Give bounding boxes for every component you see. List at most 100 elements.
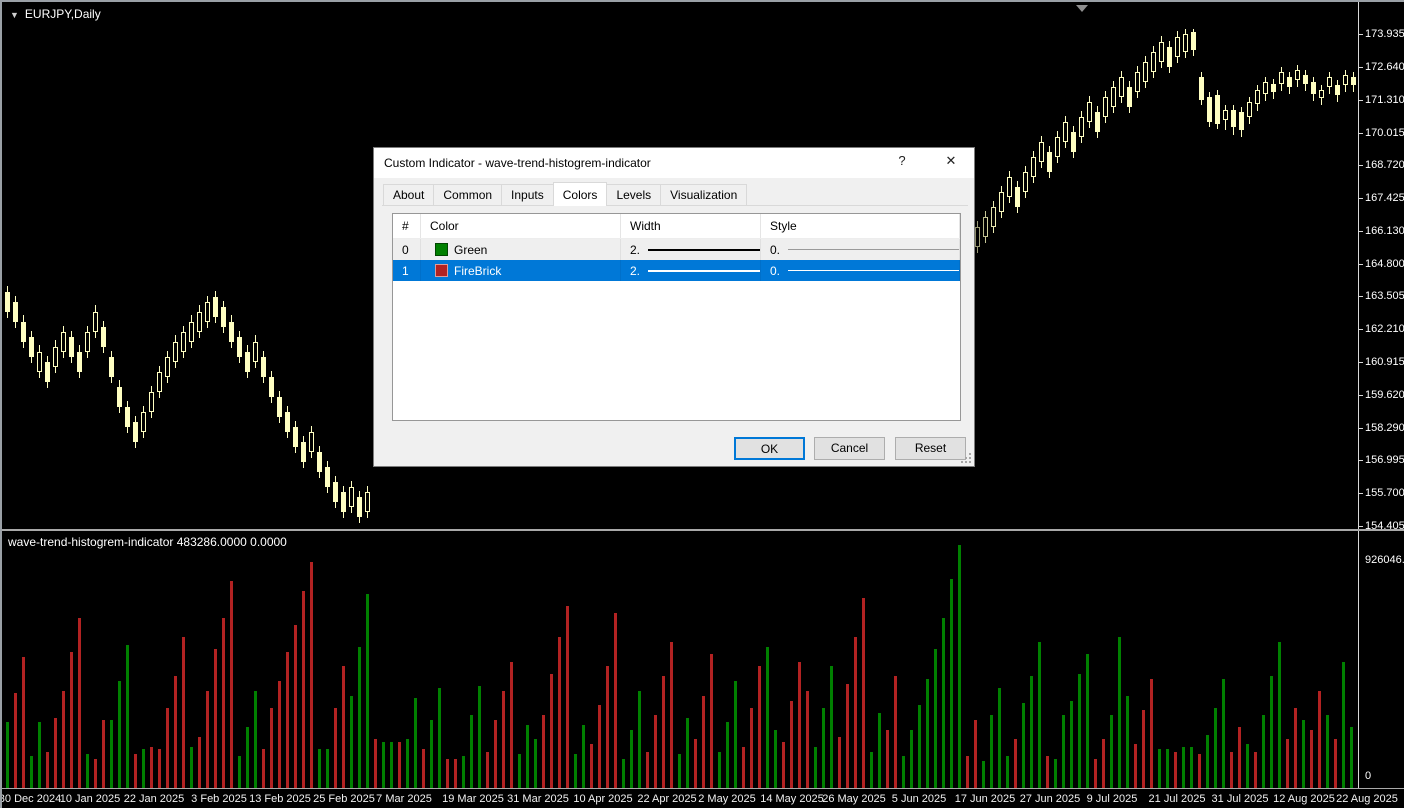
histogram-bar [254,691,257,788]
symbol-dropdown-icon[interactable]: ▼ [10,10,19,20]
histogram-bar [782,742,785,788]
candle-body [1207,97,1212,123]
time-axis-label: 13 Feb 2025 [249,793,311,805]
time-axis[interactable]: 30 Dec 2024 10 Jan 2025 22 Jan 2025 3 Feb 2… [2,790,1404,808]
candle-body [85,331,90,352]
width-cell: 2. [621,260,761,281]
candle-body [133,421,138,442]
histogram-bar [406,739,409,788]
histogram-bar [1238,727,1241,788]
histogram-bar [1094,759,1097,788]
column-header-num[interactable]: # [393,214,421,238]
price-axis-label: 166.130 [1365,225,1404,237]
histogram-bar [526,725,529,788]
ok-button[interactable]: OK [734,437,805,460]
candle-body [1023,171,1028,193]
candle-body [309,431,314,453]
histogram-bar [310,562,313,788]
candle-body [1223,109,1228,120]
tab-levels[interactable]: Levels [606,184,662,206]
price-axis-label: 171.310 [1365,94,1404,106]
histogram-bar [1126,696,1129,788]
dialog-titlebar[interactable]: Custom Indicator - wave-trend-histogrem-… [374,148,974,178]
candle-body [991,206,996,228]
histogram-bar [918,705,921,788]
price-axis-tick [1359,296,1363,297]
close-icon[interactable]: ✕ [936,153,966,173]
histogram-bar [94,759,97,788]
histogram-bar [6,722,9,788]
histogram-bar [1198,754,1201,788]
style-value: 0. [770,242,781,257]
custom-indicator-dialog: Custom Indicator - wave-trend-histogrem-… [373,147,975,467]
histogram-bar [230,581,233,788]
tab-about[interactable]: About [383,184,435,206]
histogram-bar [1078,674,1081,788]
column-header-width[interactable]: Width [621,214,761,238]
color-swatch [435,243,448,256]
axis-divider [2,788,1404,789]
histogram-bar [902,756,905,788]
table-row[interactable]: 0 Green 2. 0. [393,239,960,260]
time-axis-label: 27 Jun 2025 [1019,793,1081,805]
histogram-bar [558,637,561,788]
table-row[interactable]: 1 FireBrick 2. 0. [393,260,960,281]
candle-body [1055,136,1060,158]
candle-body [999,191,1004,212]
price-axis-label: 172.640 [1365,61,1404,73]
histogram-bar [950,579,953,788]
histogram-bar [150,747,153,788]
histogram-bar [1302,720,1305,788]
mt4-chart-window: ▼ EURJPY,Daily wave-trend-histogrem-indic… [0,0,1404,808]
tab-common[interactable]: Common [433,184,503,206]
histogram-bar [1086,654,1089,788]
candle-body [181,331,186,352]
indicator-pane[interactable]: wave-trend-histogrem-indicator 483286.00… [2,532,1358,788]
candle-body [341,491,346,512]
histogram-bar [86,754,89,788]
histogram-bar [502,691,505,788]
help-icon[interactable]: ? [888,153,916,173]
color-name: FireBrick [454,263,502,278]
time-axis-label: 10 Jan 2025 [59,793,121,805]
cancel-button[interactable]: Cancel [814,437,885,460]
histogram-bar [214,649,217,788]
column-header-style[interactable]: Style [761,214,960,238]
histogram-bar [894,676,897,788]
histogram-bar [390,742,393,788]
candle-body [975,226,980,247]
resize-grip[interactable] [961,453,971,463]
histogram-bar [174,676,177,788]
candle-body [1239,111,1244,131]
histogram-bar [1134,744,1137,788]
candle-body [173,341,178,362]
histogram-bar [382,742,385,788]
histogram-bar [430,720,433,788]
histogram-bar [414,698,417,788]
histogram-bar [678,754,681,788]
histogram-bar [238,756,241,788]
time-axis-label: 31 Jul 2025 [1211,793,1269,805]
candle-body [1015,187,1020,208]
color-swatch [435,264,448,277]
width-value: 2. [630,263,641,278]
histogram-bar [934,649,937,788]
pane-divider[interactable] [2,529,1404,531]
tab-visualization[interactable]: Visualization [660,184,748,206]
price-axis-label: 158.290 [1365,422,1404,434]
histogram-bar [1054,759,1057,788]
histogram-bar [38,722,41,788]
tab-inputs[interactable]: Inputs [501,184,554,206]
price-axis[interactable]: 926046.45 0 173.935 172.640 171.310 170.015… [1358,2,1404,788]
reset-button[interactable]: Reset [895,437,966,460]
candle-body [1175,36,1180,58]
time-axis-label: 22 Aug 2025 [1336,793,1398,805]
column-header-color[interactable]: Color [421,214,621,238]
chart-marker-arrow-icon [1076,5,1088,12]
histogram-bar [206,691,209,788]
histogram-bar [30,756,33,788]
tab-colors[interactable]: Colors [552,182,608,206]
candle-body [1183,34,1188,52]
candle-body [101,326,106,347]
histogram-bar [630,730,633,788]
